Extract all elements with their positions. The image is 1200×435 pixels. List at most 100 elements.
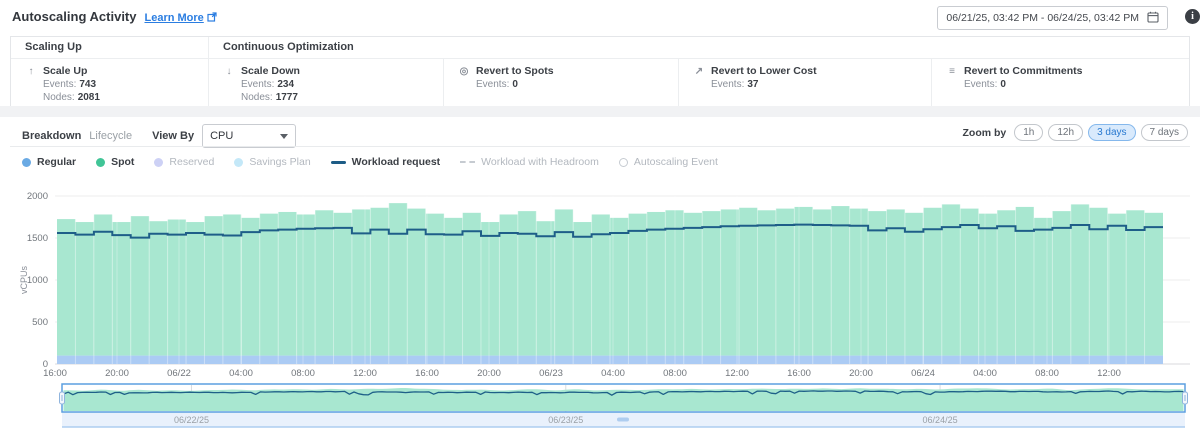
legend-item-workload-request[interactable]: Workload request [331,156,441,168]
date-range-picker[interactable]: 06/21/25, 03:42 PM - 06/24/25, 03:42 PM [937,6,1168,30]
tab-lifecycle[interactable]: Lifecycle [89,130,132,142]
x-tick-06-22-2: 06/22 [167,368,191,379]
card-revert-to-lower-cost: ↗Revert to Lower Cost Events:37 [678,59,931,106]
x-tick-04-00-9: 04:00 [601,368,625,379]
zoom-option-12h[interactable]: 12h [1048,124,1083,141]
legend-item-workload-with-headroom[interactable]: Workload with Headroom [460,156,599,168]
chevron-down-icon [280,134,288,139]
spot-area-bar [1126,210,1144,355]
legend-item-reserved[interactable]: Reserved [154,156,214,168]
overview-scrollbar-thumb[interactable] [617,418,629,422]
events-row: Events:234 [241,79,443,90]
view-by-dropdown[interactable]: CPU [202,124,296,148]
zoom-option-7-days[interactable]: 7 days [1141,124,1188,141]
x-tick-16-00-6: 16:00 [415,368,439,379]
spot-area-bar [887,209,905,355]
legend-label: Workload with Headroom [481,156,599,168]
zoom-by-group: Zoom by 1h 12h 3 days 7 days [963,124,1189,141]
spot-area-bar [647,212,665,356]
overview-chart[interactable]: 06/22/2506/23/2506/24/25 [0,380,1200,435]
zoom-option-1h[interactable]: 1h [1014,124,1043,141]
card-scale-up: ↑Scale Up Events:743 Nodes:2081 [11,59,208,106]
events-value: 234 [277,79,294,90]
x-tick-08-00-10: 08:00 [663,368,687,379]
zoom-option-3-days[interactable]: 3 days [1088,124,1135,141]
spot-area-bar [1034,218,1052,356]
savings-plan-swatch [234,158,243,167]
spot-area-bar [1108,214,1126,356]
spot-area-bar [1052,211,1070,355]
legend-item-autoscaling-event[interactable]: Autoscaling Event [619,156,718,168]
spot-area-bar [831,206,849,356]
nodes-value: 1777 [276,92,298,103]
legend-item-regular[interactable]: Regular [22,156,76,168]
card-title: Revert to Lower Cost [711,65,817,77]
spot-area-bar [352,209,370,355]
spot-area-bar [960,209,978,356]
spot-area-bar [241,218,259,356]
info-icon[interactable]: i [1185,9,1200,24]
spot-area-bar [481,222,499,356]
group-label-scaling-up: Scaling Up [11,37,208,58]
x-tick-20-00-13: 20:00 [849,368,873,379]
card-title: Scale Up [43,65,87,77]
card-revert-to-spots: ◎Revert to Spots Events:0 [443,59,678,106]
events-value: 0 [512,79,518,90]
events-row: Events:37 [711,79,931,90]
x-tick-08-00-4: 08:00 [291,368,315,379]
main-chart[interactable]: 050010001500200016:0020:0006/2204:0008:0… [0,178,1200,380]
x-tick-04-00-15: 04:00 [973,368,997,379]
date-range-value: 06/21/25, 03:42 PM - 06/24/25, 03:42 PM [946,12,1139,24]
legend-label: Regular [37,156,76,168]
arrow-up-icon: ↑ [25,66,37,77]
y-axis-label: vCPUs [19,266,29,295]
spot-area-bar [684,213,702,356]
learn-more-link[interactable]: Learn More [144,12,203,24]
spot-area-bar [628,214,646,356]
controls-divider [10,146,1190,147]
legend-label: Autoscaling Event [634,156,718,168]
autoscaling-stats-panel: Scaling Up Continuous Optimization ↑ Scal… [10,36,1190,107]
legend-label: Reserved [169,156,214,168]
reserved-swatch [154,158,163,167]
y-tick-1500: 1500 [27,233,48,244]
card-title: Scale Down [241,65,300,77]
tab-breakdown[interactable]: Breakdown [22,130,81,142]
overview-date-06-24-25: 06/24/25 [923,415,958,425]
spot-area-bar [463,213,481,356]
y-tick-1000: 1000 [27,275,48,286]
legend-item-spot[interactable]: Spot [96,156,134,168]
page-title-row: Autoscaling ActivityLearn More [12,9,217,25]
events-row: Events:0 [964,79,1189,90]
card-scale-down: ↓Scale Down Events:234 Nodes:1777 [208,59,443,106]
zoom-by-label: Zoom by [963,127,1007,139]
card-title: Revert to Commitments [964,65,1082,77]
spot-icon: ◎ [458,66,470,77]
x-tick-12-00-11: 12:00 [725,368,749,379]
x-tick-06-24-14: 06/24 [911,368,935,379]
events-value: 743 [79,79,96,90]
x-tick-20-00-7: 20:00 [477,368,501,379]
spot-area-bar [979,214,997,356]
external-link-icon [207,10,217,25]
spot-area-bar [297,214,315,355]
legend-item-savings-plan[interactable]: Savings Plan [234,156,310,168]
x-tick-06-23-8: 06/23 [539,368,563,379]
group-label-continuous-optimization: Continuous Optimization [208,37,1189,58]
legend-label: Savings Plan [249,156,310,168]
workload-with-headroom-swatch [460,161,475,163]
events-row: Events:743 [43,79,208,90]
spot-area-bar [407,209,425,356]
spot-area-bar [776,209,794,356]
nodes-row: Nodes:1777 [241,92,443,103]
legend-label: Workload request [352,156,441,168]
spot-area-bar [813,209,831,355]
calendar-icon [1147,11,1159,26]
x-tick-16-00-12: 16:00 [787,368,811,379]
spot-area-bar [278,212,296,356]
spot-area-bar [204,216,222,355]
overview-date-06-22-25: 06/22/25 [174,415,209,425]
x-tick-16-00-0: 16:00 [43,368,67,379]
spot-area-bar [389,203,407,355]
spot-area-bar [536,221,554,355]
